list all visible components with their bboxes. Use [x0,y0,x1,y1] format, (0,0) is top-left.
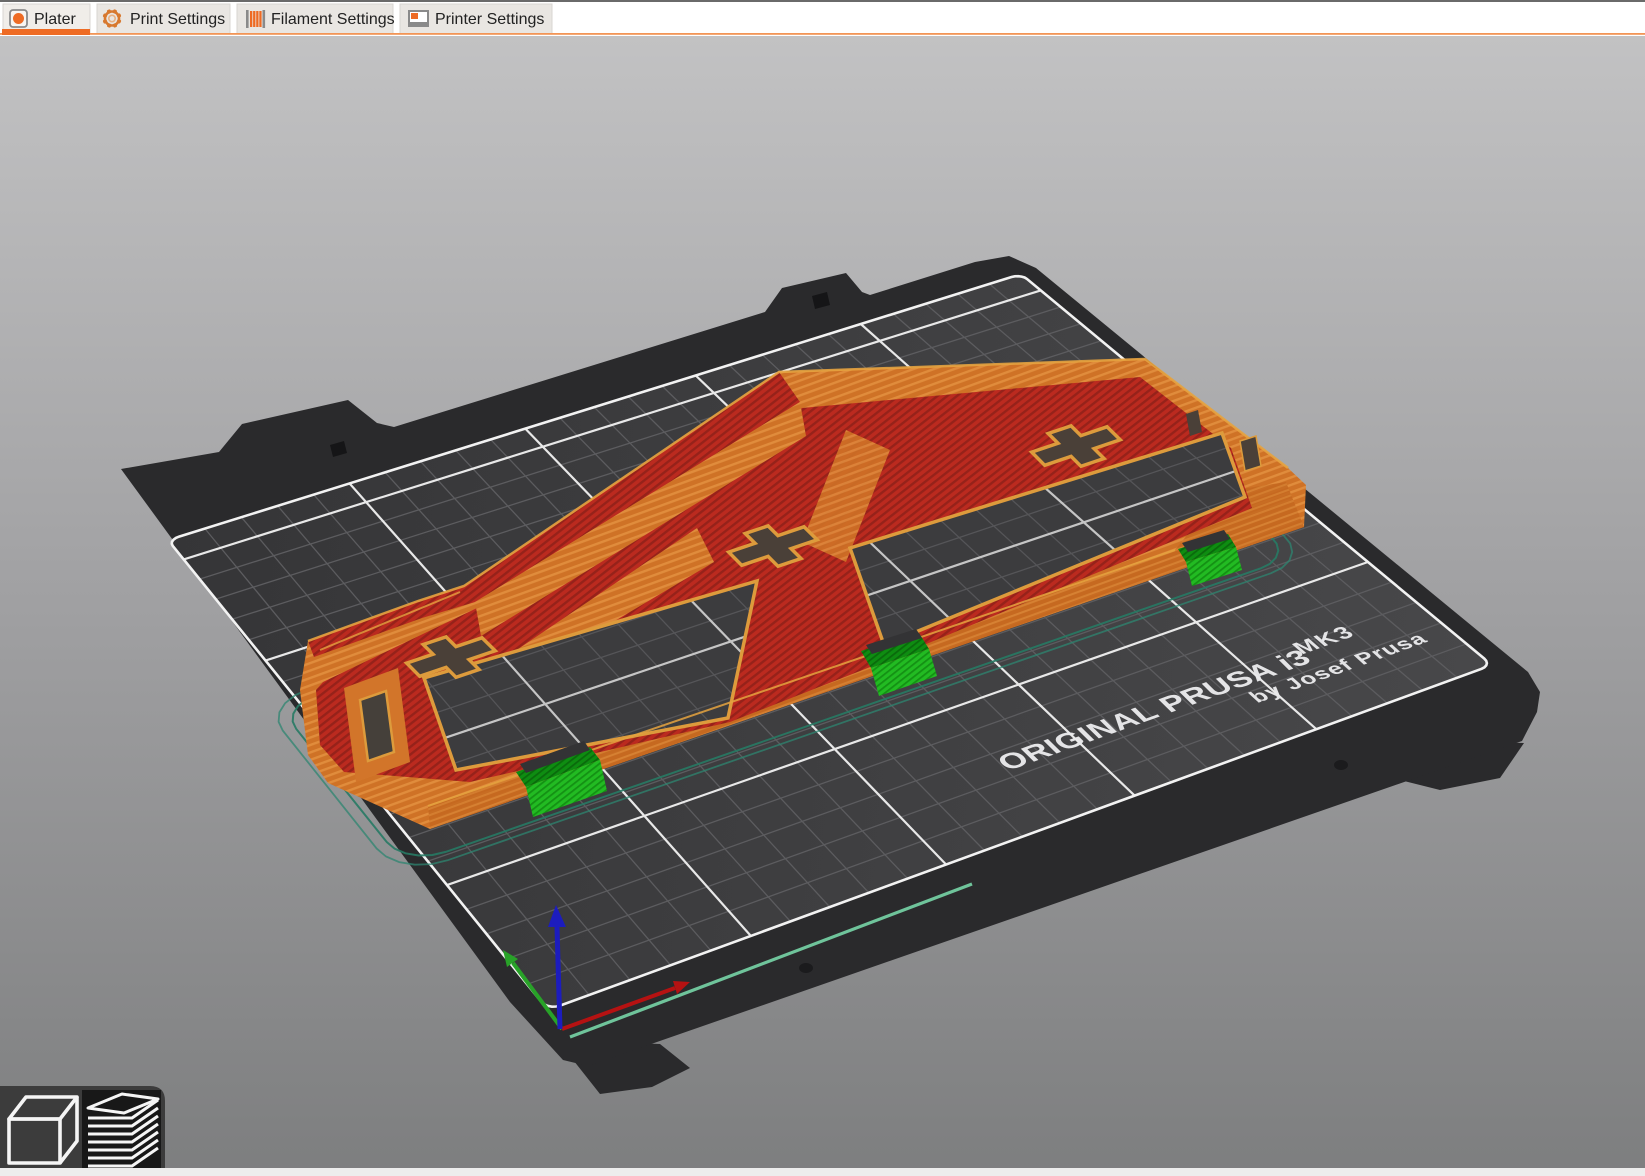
svg-text:Filament Settings: Filament Settings [271,11,395,28]
svg-text:Plater: Plater [34,11,76,28]
svg-text:Print Settings: Print Settings [130,11,225,28]
svg-text:Printer Settings: Printer Settings [435,11,544,28]
